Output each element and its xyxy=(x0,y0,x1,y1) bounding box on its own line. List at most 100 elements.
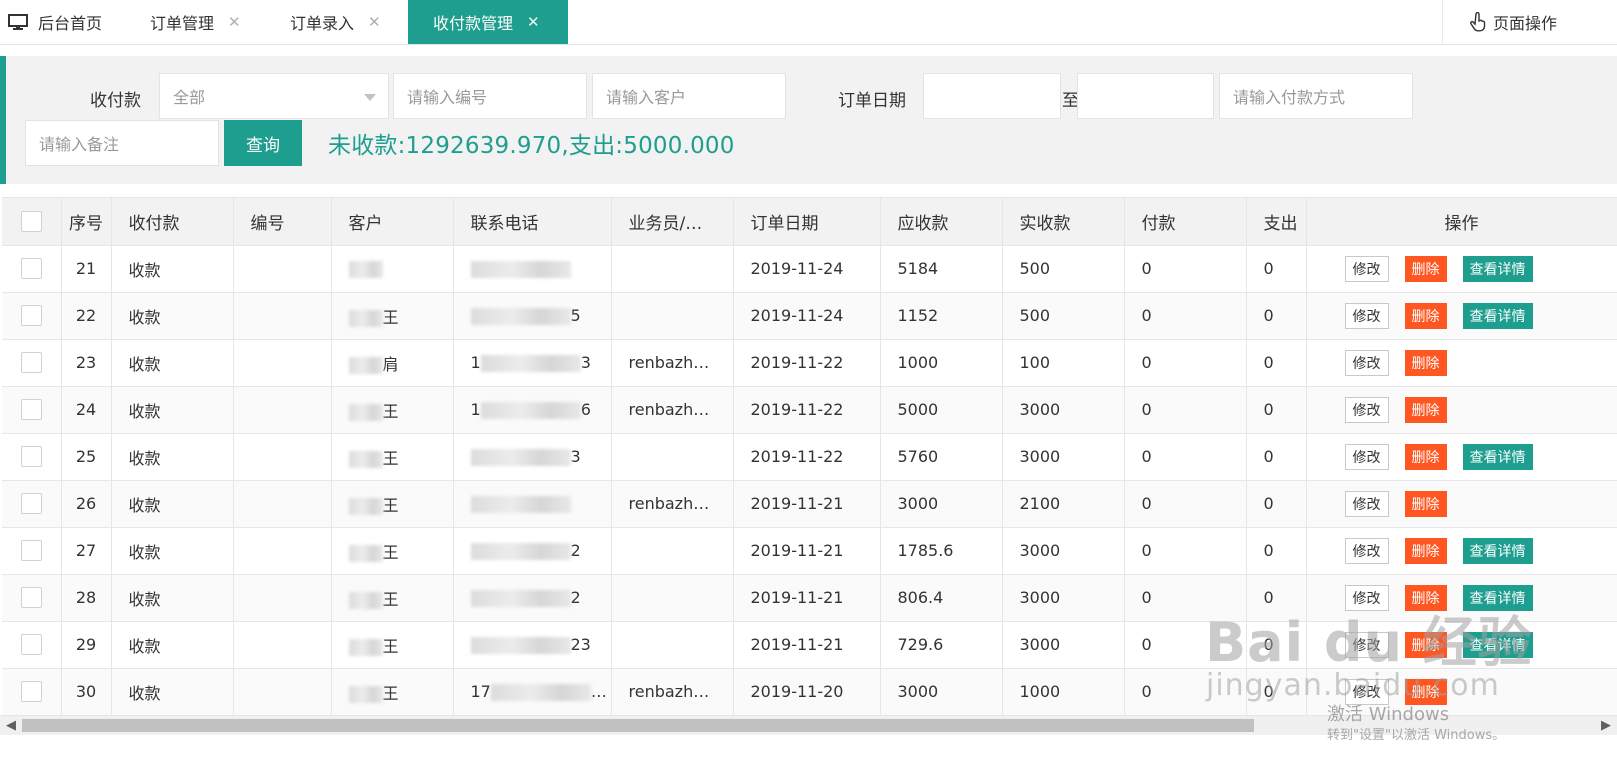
delete-button[interactable]: 删除 xyxy=(1404,349,1447,376)
delete-button[interactable]: 删除 xyxy=(1404,537,1447,564)
view-detail-button[interactable]: 查看详情 xyxy=(1462,537,1533,564)
view-detail-button[interactable]: 查看详情 xyxy=(1462,443,1533,470)
column-header[interactable]: 序号 xyxy=(61,198,112,246)
select-all-cell[interactable] xyxy=(2,198,62,246)
row-checkbox[interactable] xyxy=(20,587,42,608)
table-row[interactable]: 25 收款王 3 2019-11-22 5760 3000 0 0 修改 删除 查看详情 xyxy=(2,433,1617,481)
type-select[interactable]: 全部 xyxy=(159,73,389,119)
edit-button[interactable]: 修改 xyxy=(1344,349,1389,376)
delete-button[interactable]: 删除 xyxy=(1404,490,1447,517)
edit-button[interactable]: 修改 xyxy=(1344,396,1389,423)
tab-order-entry[interactable]: 订单录入 ✕ xyxy=(266,0,408,44)
cell-expense: 0 xyxy=(1246,292,1307,340)
row-select-cell[interactable] xyxy=(2,433,62,481)
cell-type: 收款 xyxy=(111,527,234,575)
row-checkbox[interactable] xyxy=(20,352,42,373)
delete-button[interactable]: 删除 xyxy=(1404,443,1447,470)
column-header[interactable]: 收付款 xyxy=(111,198,234,246)
cell-salesman xyxy=(611,292,734,340)
payment-method-input[interactable]: 请输入付款方式 xyxy=(1219,73,1413,119)
cell-receivable: 3000 xyxy=(880,668,1003,715)
scrollbar-thumb[interactable] xyxy=(22,719,1254,732)
scroll-right-icon[interactable]: ▶ xyxy=(1601,718,1611,733)
column-header[interactable]: 实收款 xyxy=(1002,198,1125,246)
cell-order-date: 2019-11-24 xyxy=(733,245,881,293)
row-checkbox[interactable] xyxy=(20,540,42,561)
date-start-input[interactable] xyxy=(923,73,1061,119)
delete-button[interactable]: 删除 xyxy=(1404,396,1447,423)
cell-payment: 0 xyxy=(1124,245,1247,293)
column-header[interactable]: 支出 xyxy=(1246,198,1307,246)
column-header[interactable]: 付款 xyxy=(1124,198,1247,246)
column-header[interactable]: 应收款 xyxy=(880,198,1003,246)
cell-salesman xyxy=(611,245,734,293)
edit-button[interactable]: 修改 xyxy=(1344,490,1389,517)
site-watermark: jingyan.baidu.com xyxy=(1206,668,1500,703)
number-input[interactable]: 请输入编号 xyxy=(393,73,587,119)
tab-label: 收付款管理 xyxy=(433,14,514,33)
cell-salesman xyxy=(611,621,734,669)
cell-seq: 29 xyxy=(61,621,112,669)
tab-bar: 后台首页 订单管理 ✕ 订单录入 ✕ 收付款管理 ✕ 页面操作 xyxy=(0,0,1617,45)
cell-phone xyxy=(453,245,612,293)
row-checkbox[interactable] xyxy=(20,493,42,514)
row-select-cell[interactable] xyxy=(2,621,62,669)
row-select-cell[interactable] xyxy=(2,527,62,575)
edit-button[interactable]: 修改 xyxy=(1344,443,1389,470)
tab-home[interactable]: 后台首页 xyxy=(0,0,128,44)
cell-customer: 王 xyxy=(331,574,454,622)
remark-input[interactable]: 请输入备注 xyxy=(25,120,219,166)
cell-order-date: 2019-11-22 xyxy=(733,386,881,434)
edit-button[interactable]: 修改 xyxy=(1344,302,1389,329)
column-header[interactable]: 订单日期 xyxy=(733,198,881,246)
redacted-blur xyxy=(470,637,571,654)
scroll-left-icon[interactable]: ◀ xyxy=(6,718,16,733)
column-header[interactable]: 客户 xyxy=(331,198,454,246)
close-icon[interactable]: ✕ xyxy=(527,13,540,31)
cell-payment: 0 xyxy=(1124,527,1247,575)
view-detail-button[interactable]: 查看详情 xyxy=(1462,302,1533,329)
table-row[interactable]: 22 收款王 5 2019-11-24 1152 500 0 0 修改 删除 查看详情 xyxy=(2,292,1617,340)
row-select-cell[interactable] xyxy=(2,292,62,340)
redacted-blur xyxy=(470,261,571,278)
column-header[interactable]: 编号 xyxy=(233,198,332,246)
cell-order-date: 2019-11-21 xyxy=(733,480,881,528)
close-icon[interactable]: ✕ xyxy=(368,13,381,31)
row-select-cell[interactable] xyxy=(2,339,62,387)
column-header[interactable]: 联系电话 xyxy=(453,198,612,246)
table-row[interactable]: 24 收款王 1 6 renbazh… 2019-11-22 5000 3000 0 0 修改 删除 xyxy=(2,386,1617,434)
cell-customer: 王 xyxy=(331,527,454,575)
edit-button[interactable]: 修改 xyxy=(1344,537,1389,564)
row-select-cell[interactable] xyxy=(2,668,62,715)
row-checkbox[interactable] xyxy=(20,681,42,702)
close-icon[interactable]: ✕ xyxy=(228,13,241,31)
select-all-checkbox[interactable] xyxy=(20,210,42,232)
table-row[interactable]: 26 收款王 renbazh… 2019-11-21 3000 2100 0 0 修改 删除 xyxy=(2,480,1617,528)
table-row[interactable]: 27 收款王 2 2019-11-21 1785.6 3000 0 0 修改 删除 查看详情 xyxy=(2,527,1617,575)
row-select-cell[interactable] xyxy=(2,480,62,528)
row-checkbox[interactable] xyxy=(20,446,42,467)
table-row[interactable]: 23 收款肩 1 3 renbazh… 2019-11-22 1000 100 0 0 修改 删除 xyxy=(2,339,1617,387)
query-button[interactable]: 查询 xyxy=(224,120,302,166)
row-select-cell[interactable] xyxy=(2,245,62,293)
column-header[interactable]: 业务员/… xyxy=(611,198,734,246)
row-checkbox[interactable] xyxy=(20,258,42,279)
cell-operations: 修改 删除 xyxy=(1306,386,1617,434)
row-checkbox[interactable] xyxy=(20,305,42,326)
row-checkbox[interactable] xyxy=(20,634,42,655)
tab-order-management[interactable]: 订单管理 ✕ xyxy=(128,0,266,44)
customer-visible-tail: 肩 xyxy=(382,354,399,374)
view-detail-button[interactable]: 查看详情 xyxy=(1462,255,1533,282)
delete-button[interactable]: 删除 xyxy=(1404,302,1447,329)
customer-input[interactable]: 请输入客户 xyxy=(592,73,786,119)
edit-button[interactable]: 修改 xyxy=(1344,255,1389,282)
delete-button[interactable]: 删除 xyxy=(1404,255,1447,282)
row-select-cell[interactable] xyxy=(2,574,62,622)
cell-seq: 26 xyxy=(61,480,112,528)
date-end-input[interactable] xyxy=(1077,73,1214,119)
row-select-cell[interactable] xyxy=(2,386,62,434)
table-row[interactable]: 21 收款 2019-11-24 5184 500 0 0 修改 删除 查看详情 xyxy=(2,245,1617,293)
page-operations-button[interactable]: 页面操作 xyxy=(1442,0,1617,44)
tab-payment-management[interactable]: 收付款管理 ✕ xyxy=(408,0,568,44)
row-checkbox[interactable] xyxy=(20,399,42,420)
